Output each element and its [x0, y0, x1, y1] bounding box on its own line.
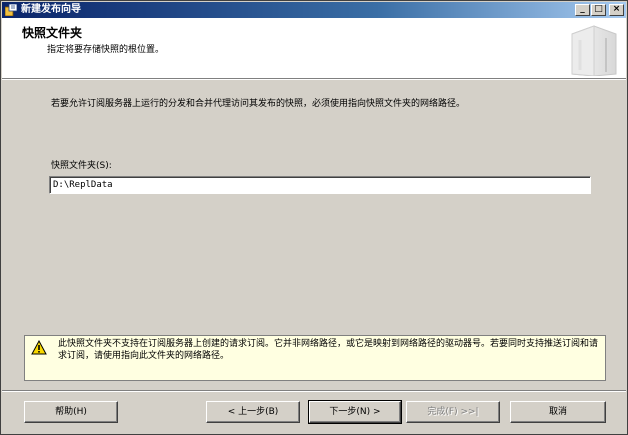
- page-title: 快照文件夹: [22, 26, 83, 40]
- cancel-button[interactable]: 取消: [510, 401, 606, 423]
- window-title: 新建发布向导: [21, 4, 81, 15]
- title-bar[interactable]: 新建发布向导 _ □ ×: [2, 2, 626, 18]
- next-button[interactable]: 下一步(N) >: [308, 400, 402, 424]
- wizard-window: 新建发布向导 _ □ × 快照文件夹 指定将要存储快照的根位置。 若要允许订阅服…: [0, 0, 628, 435]
- footer-divider-highlight: [2, 391, 626, 392]
- description-text: 若要允许订阅服务器上运行的分发和合并代理访问其发布的快照，必须使用指向快照文件夹…: [51, 99, 466, 109]
- wizard-banner-graphic-icon: [571, 25, 617, 76]
- warning-icon: [31, 340, 47, 355]
- wizard-app-icon: [5, 4, 17, 16]
- header-divider: [2, 79, 626, 80]
- snapshot-folder-input[interactable]: [49, 176, 591, 194]
- page-subtitle: 指定将要存储快照的根位置。: [47, 45, 165, 55]
- close-button[interactable]: ×: [609, 4, 624, 16]
- finish-button[interactable]: 完成(F) >>|: [406, 401, 500, 423]
- minimize-button[interactable]: _: [575, 4, 590, 16]
- help-button[interactable]: 帮助(H): [24, 401, 118, 423]
- wizard-header: 快照文件夹 指定将要存储快照的根位置。: [2, 18, 626, 79]
- warning-panel: 此快照文件夹不支持在订阅服务器上创建的请求订阅。它并非网络路径，或它是映射到网络…: [24, 335, 606, 381]
- maximize-button[interactable]: □: [591, 4, 606, 16]
- warning-text: 此快照文件夹不支持在订阅服务器上创建的请求订阅。它并非网络路径，或它是映射到网络…: [58, 339, 599, 361]
- snapshot-folder-label: 快照文件夹(S):: [51, 161, 112, 171]
- back-button[interactable]: < 上一步(B): [206, 401, 300, 423]
